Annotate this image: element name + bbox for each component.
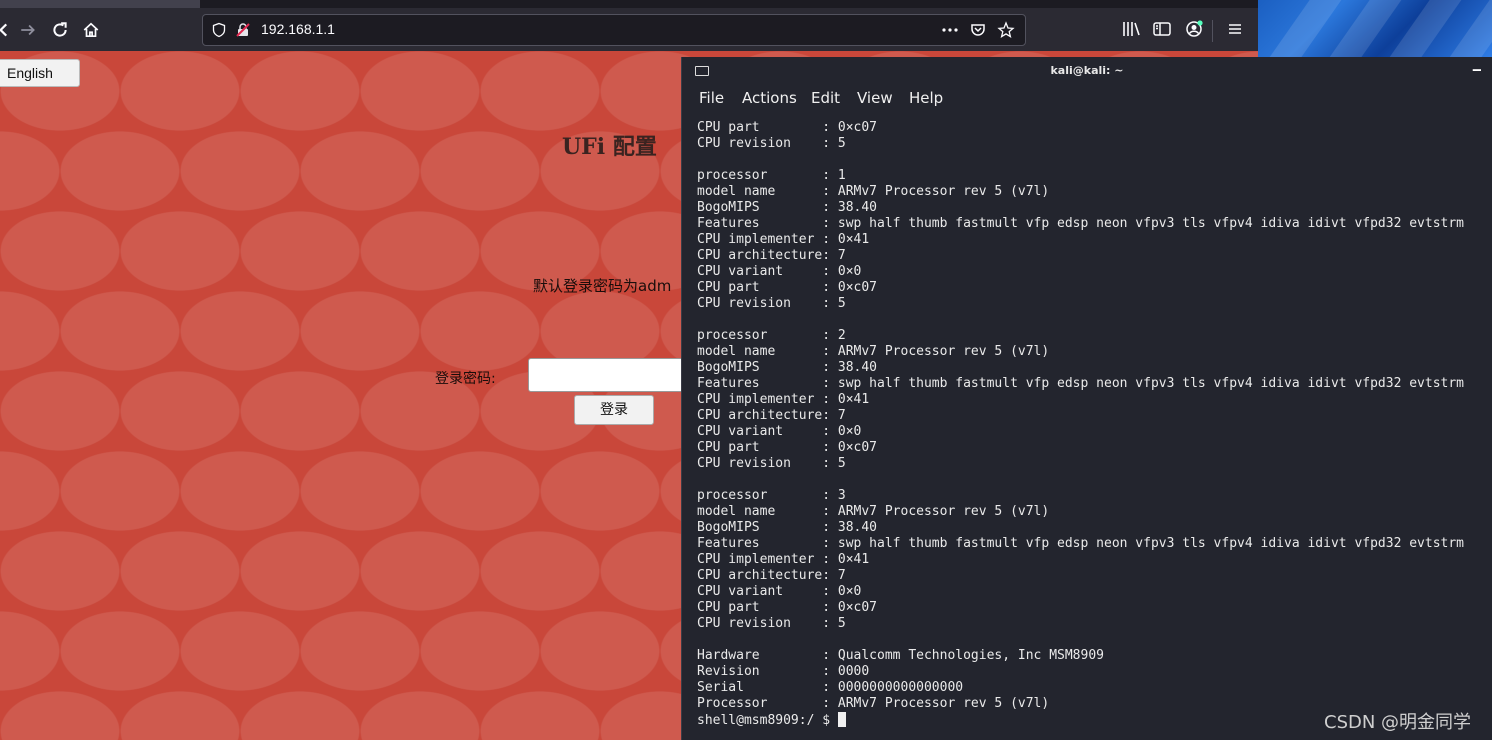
- terminal-line: BogoMIPS : 38.40: [697, 360, 878, 375]
- terminal-line: CPU variant : 0×0: [697, 264, 862, 279]
- terminal-line: CPU variant : 0×0: [697, 424, 862, 439]
- tab-strip: [0, 0, 1258, 8]
- sidebar-icon[interactable]: [1151, 18, 1173, 40]
- bookmark-star-icon[interactable]: [997, 21, 1015, 39]
- account-icon[interactable]: [1183, 18, 1205, 40]
- terminal-line: model name : ARMv7 Processor rev 5 (v7l): [697, 504, 1050, 519]
- page-title: UFi 配置: [562, 134, 657, 160]
- terminal-line: CPU implementer : 0×41: [697, 232, 870, 247]
- terminal-line: CPU architecture: 7: [697, 408, 846, 423]
- terminal-title: kali@kali: ~: [1050, 64, 1124, 77]
- active-tab[interactable]: [0, 0, 200, 8]
- terminal-line: CPU implementer : 0×41: [697, 552, 870, 567]
- terminal-line: model name : ARMv7 Processor rev 5 (v7l): [697, 184, 1050, 199]
- terminal-output[interactable]: CPU part : 0×c07 CPU revision : 5 processo…: [697, 120, 1487, 728]
- terminal-line: CPU part : 0×c07: [697, 120, 878, 135]
- terminal-line: CPU revision : 5: [697, 616, 846, 631]
- language-button[interactable]: English: [0, 59, 80, 87]
- terminal-cursor: [837, 712, 846, 727]
- reload-icon[interactable]: [48, 18, 72, 42]
- terminal-line: CPU revision : 5: [697, 136, 846, 151]
- menu-help[interactable]: Help: [909, 89, 943, 107]
- terminal-line: CPU revision : 5: [697, 296, 846, 311]
- menu-view[interactable]: View: [857, 89, 893, 107]
- terminal-line: Features : swp half thumb fastmult vfp e…: [697, 536, 1465, 551]
- terminal-line: model name : ARMv7 Processor rev 5 (v7l): [697, 344, 1050, 359]
- minimize-icon[interactable]: ‒: [1472, 63, 1482, 77]
- toolbar-separator: [1212, 20, 1213, 42]
- terminal-line: BogoMIPS : 38.40: [697, 520, 878, 535]
- password-label: 登录密码:: [435, 371, 496, 387]
- pocket-icon[interactable]: [969, 21, 987, 39]
- hamburger-menu-icon[interactable]: [1224, 18, 1246, 40]
- login-button[interactable]: 登录: [574, 395, 654, 425]
- insecure-lock-icon[interactable]: [235, 22, 251, 38]
- terminal-line: processor : 1: [697, 168, 846, 183]
- terminal-line: Serial : 0000000000000000: [697, 680, 964, 695]
- menu-file[interactable]: File: [699, 89, 724, 107]
- home-icon[interactable]: [79, 18, 103, 42]
- terminal-line: processor : 3: [697, 488, 846, 503]
- terminal-line: CPU part : 0×c07: [697, 600, 878, 615]
- screen: 192.168.1.1 English UFi 配置 默认登录密码为adm 登录…: [0, 0, 1492, 740]
- terminal-line: CPU variant : 0×0: [697, 584, 862, 599]
- tracking-protection-icon[interactable]: [211, 22, 227, 38]
- terminal-line: Revision : 0000: [697, 664, 870, 679]
- menu-actions[interactable]: Actions: [742, 89, 797, 107]
- terminal-line: CPU revision : 5: [697, 456, 846, 471]
- back-icon[interactable]: [0, 18, 16, 42]
- address-bar[interactable]: 192.168.1.1: [202, 14, 1026, 46]
- library-icon[interactable]: [1120, 18, 1142, 40]
- terminal-line: CPU architecture: 7: [697, 248, 846, 263]
- terminal-titlebar[interactable]: kali@kali: ~ ‒: [682, 57, 1492, 85]
- terminal-line: CPU part : 0×c07: [697, 440, 878, 455]
- terminal-window[interactable]: kali@kali: ~ ‒ File Actions Edit View He…: [681, 57, 1492, 740]
- desktop-wallpaper: [1258, 0, 1492, 88]
- terminal-line: CPU part : 0×c07: [697, 280, 878, 295]
- terminal-prompt: shell@msm8909:/ $: [697, 713, 838, 728]
- terminal-line: Features : swp half thumb fastmult vfp e…: [697, 376, 1465, 391]
- menu-edit[interactable]: Edit: [811, 89, 840, 107]
- forward-icon[interactable]: [16, 18, 40, 42]
- terminal-menubar: File Actions Edit View Help: [682, 85, 1492, 111]
- terminal-line: processor : 2: [697, 328, 846, 343]
- browser-toolbar: 192.168.1.1: [0, 8, 1258, 51]
- terminal-line: CPU implementer : 0×41: [697, 392, 870, 407]
- page-actions-icon[interactable]: [941, 21, 959, 39]
- watermark: CSDN @明金同学: [1324, 712, 1472, 733]
- terminal-line: Features : swp half thumb fastmult vfp e…: [697, 216, 1465, 231]
- terminal-line: BogoMIPS : 38.40: [697, 200, 878, 215]
- terminal-line: Hardware : Qualcomm Technologies, Inc MS…: [697, 648, 1104, 663]
- url-text[interactable]: 192.168.1.1: [261, 21, 335, 37]
- terminal-line: CPU architecture: 7: [697, 568, 846, 583]
- default-password-note: 默认登录密码为adm: [533, 277, 672, 295]
